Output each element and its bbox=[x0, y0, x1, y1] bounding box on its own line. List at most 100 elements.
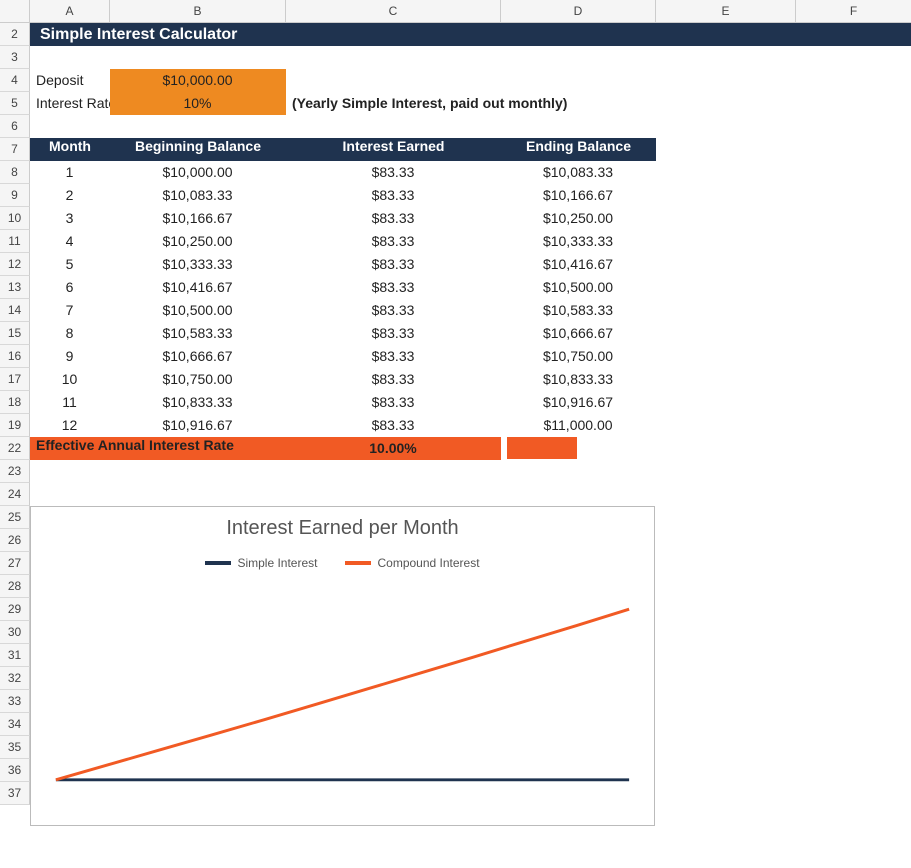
empty-cell[interactable] bbox=[656, 230, 911, 253]
table-cell[interactable]: $10,833.33 bbox=[501, 368, 656, 391]
row-head[interactable]: 32 bbox=[0, 667, 30, 690]
table-cell[interactable]: $10,750.00 bbox=[501, 345, 656, 368]
row-head[interactable]: 12 bbox=[0, 253, 30, 276]
table-cell[interactable]: $10,416.67 bbox=[110, 276, 286, 299]
row-head[interactable]: 17 bbox=[0, 368, 30, 391]
table-cell[interactable]: $10,250.00 bbox=[110, 230, 286, 253]
table-cell[interactable]: $83.33 bbox=[286, 322, 501, 345]
row-head[interactable]: 25 bbox=[0, 506, 30, 529]
table-cell[interactable]: $10,666.67 bbox=[501, 322, 656, 345]
table-cell[interactable]: 11 bbox=[30, 391, 110, 414]
empty-cell[interactable] bbox=[30, 46, 911, 69]
row-head[interactable]: 6 bbox=[0, 115, 30, 138]
empty-cell[interactable] bbox=[656, 299, 911, 322]
row-head[interactable]: 19 bbox=[0, 414, 30, 437]
empty-cell[interactable] bbox=[656, 414, 911, 437]
table-cell[interactable]: $83.33 bbox=[286, 391, 501, 414]
empty-cell[interactable] bbox=[30, 483, 911, 506]
table-cell[interactable]: $10,583.33 bbox=[110, 322, 286, 345]
row-head[interactable]: 28 bbox=[0, 575, 30, 598]
row-head[interactable]: 36 bbox=[0, 759, 30, 782]
table-cell[interactable]: $10,250.00 bbox=[501, 207, 656, 230]
row-head[interactable]: 27 bbox=[0, 552, 30, 575]
row-head[interactable]: 33 bbox=[0, 690, 30, 713]
table-cell[interactable]: 10 bbox=[30, 368, 110, 391]
row-head[interactable]: 35 bbox=[0, 736, 30, 759]
table-cell[interactable]: 4 bbox=[30, 230, 110, 253]
empty-cell[interactable] bbox=[656, 253, 911, 276]
table-cell[interactable]: 1 bbox=[30, 161, 110, 184]
table-cell[interactable]: $10,166.67 bbox=[110, 207, 286, 230]
table-cell[interactable]: 5 bbox=[30, 253, 110, 276]
row-head[interactable]: 37 bbox=[0, 782, 30, 805]
col-head-c[interactable]: C bbox=[286, 0, 501, 23]
empty-cell[interactable] bbox=[796, 92, 911, 115]
table-cell[interactable]: $10,166.67 bbox=[501, 184, 656, 207]
row-head[interactable]: 4 bbox=[0, 69, 30, 92]
table-cell[interactable]: 9 bbox=[30, 345, 110, 368]
row-head[interactable]: 16 bbox=[0, 345, 30, 368]
table-cell[interactable]: $10,500.00 bbox=[110, 299, 286, 322]
empty-cell[interactable] bbox=[656, 184, 911, 207]
table-cell[interactable]: $10,666.67 bbox=[110, 345, 286, 368]
empty-cell[interactable] bbox=[656, 138, 911, 161]
table-cell[interactable]: 2 bbox=[30, 184, 110, 207]
table-cell[interactable]: $11,000.00 bbox=[501, 414, 656, 437]
row-head[interactable]: 14 bbox=[0, 299, 30, 322]
table-cell[interactable]: $10,333.33 bbox=[110, 253, 286, 276]
row-head[interactable]: 29 bbox=[0, 598, 30, 621]
table-cell[interactable]: $10,750.00 bbox=[110, 368, 286, 391]
table-cell[interactable]: $83.33 bbox=[286, 299, 501, 322]
table-cell[interactable]: $10,083.33 bbox=[501, 161, 656, 184]
table-cell[interactable]: $83.33 bbox=[286, 368, 501, 391]
row-head[interactable]: 5 bbox=[0, 92, 30, 115]
empty-cell[interactable] bbox=[30, 115, 911, 138]
table-cell[interactable]: $83.33 bbox=[286, 161, 501, 184]
col-head-a[interactable]: A bbox=[30, 0, 110, 23]
empty-cell[interactable] bbox=[656, 276, 911, 299]
table-cell[interactable]: $83.33 bbox=[286, 230, 501, 253]
rate-input[interactable]: 10% bbox=[110, 92, 286, 115]
empty-cell[interactable] bbox=[286, 69, 911, 92]
table-cell[interactable]: $83.33 bbox=[286, 345, 501, 368]
row-head[interactable]: 24 bbox=[0, 483, 30, 506]
table-cell[interactable]: $10,916.67 bbox=[110, 414, 286, 437]
table-cell[interactable]: $83.33 bbox=[286, 207, 501, 230]
empty-cell[interactable] bbox=[656, 345, 911, 368]
table-cell[interactable]: $10,916.67 bbox=[501, 391, 656, 414]
row-head[interactable]: 2 bbox=[0, 23, 30, 46]
row-head[interactable]: 15 bbox=[0, 322, 30, 345]
row-head[interactable]: 18 bbox=[0, 391, 30, 414]
table-cell[interactable]: $10,583.33 bbox=[501, 299, 656, 322]
table-cell[interactable]: $10,333.33 bbox=[501, 230, 656, 253]
row-head[interactable]: 30 bbox=[0, 621, 30, 644]
empty-cell[interactable] bbox=[656, 322, 911, 345]
row-head[interactable]: 9 bbox=[0, 184, 30, 207]
empty-cell[interactable] bbox=[656, 207, 911, 230]
row-head[interactable]: 3 bbox=[0, 46, 30, 69]
table-cell[interactable]: $10,083.33 bbox=[110, 184, 286, 207]
row-head[interactable]: 26 bbox=[0, 529, 30, 552]
table-cell[interactable]: 3 bbox=[30, 207, 110, 230]
table-cell[interactable]: $10,500.00 bbox=[501, 276, 656, 299]
row-head[interactable]: 23 bbox=[0, 460, 30, 483]
table-cell[interactable]: 7 bbox=[30, 299, 110, 322]
col-head-d[interactable]: D bbox=[501, 0, 656, 23]
table-cell[interactable]: 12 bbox=[30, 414, 110, 437]
col-head-b[interactable]: B bbox=[110, 0, 286, 23]
empty-cell[interactable] bbox=[656, 368, 911, 391]
table-cell[interactable]: 6 bbox=[30, 276, 110, 299]
empty-cell[interactable] bbox=[656, 437, 911, 460]
empty-cell[interactable] bbox=[656, 161, 911, 184]
row-head[interactable]: 7 bbox=[0, 138, 30, 161]
empty-cell[interactable] bbox=[30, 460, 911, 483]
row-head[interactable]: 34 bbox=[0, 713, 30, 736]
row-head[interactable]: 11 bbox=[0, 230, 30, 253]
empty-cell[interactable] bbox=[656, 391, 911, 414]
table-cell[interactable]: $10,000.00 bbox=[110, 161, 286, 184]
row-head[interactable]: 22 bbox=[0, 437, 30, 460]
col-head-f[interactable]: F bbox=[796, 0, 911, 23]
col-head-e[interactable]: E bbox=[656, 0, 796, 23]
table-cell[interactable]: $83.33 bbox=[286, 276, 501, 299]
table-cell[interactable]: $10,416.67 bbox=[501, 253, 656, 276]
